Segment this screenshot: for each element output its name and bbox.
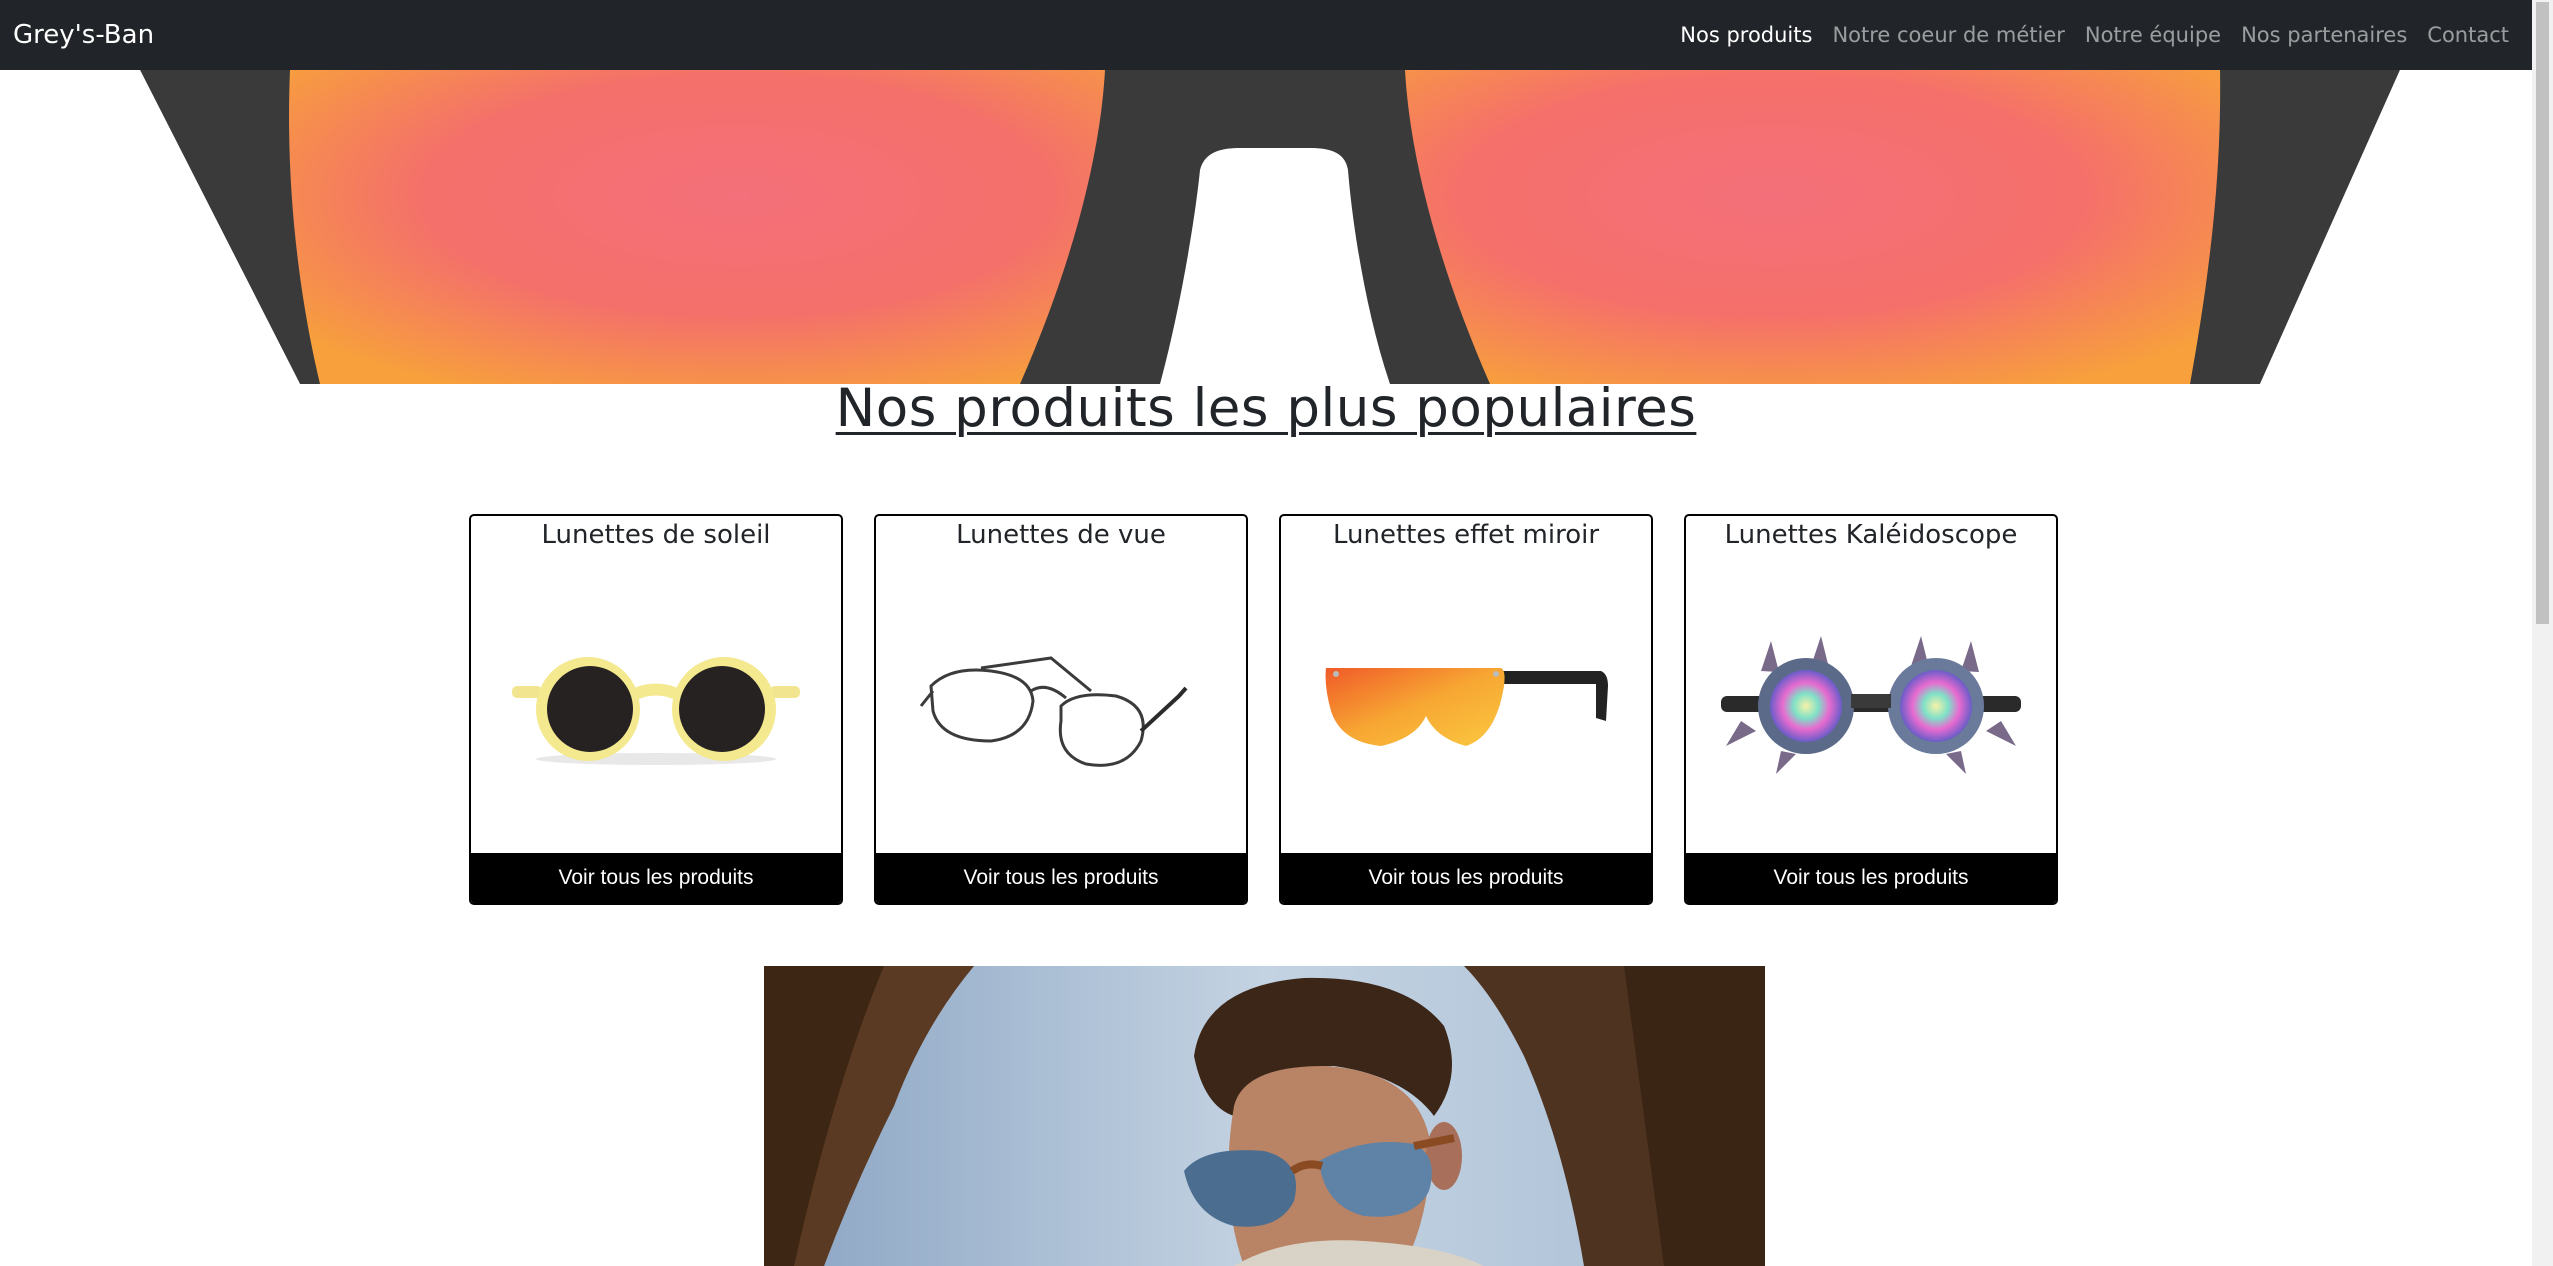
voir-produits-soleil-button[interactable]: Voir tous les produits xyxy=(471,853,841,903)
section-title: Nos produits les plus populaires xyxy=(835,378,1697,439)
voir-produits-vue-button[interactable]: Voir tous les produits xyxy=(876,853,1246,903)
card-title: Lunettes effet miroir xyxy=(1332,520,1600,550)
voir-produits-kaleidoscope-button[interactable]: Voir tous les produits xyxy=(1686,853,2056,903)
hero-banner-image xyxy=(0,70,2532,384)
model-wearing-sunglasses-image xyxy=(764,966,1765,1266)
nav-link-coeur-de-metier[interactable]: Notre coeur de métier xyxy=(1822,23,2074,47)
mirror-shield-sunglasses-icon xyxy=(1281,561,1651,851)
card-title: Lunettes de soleil xyxy=(541,520,771,550)
product-card-vue: Lunettes de vue Voir tous les produits xyxy=(874,514,1248,905)
card-title: Lunettes Kaléidoscope xyxy=(1724,520,2018,550)
brand-logo-link[interactable]: Grey's-Ban xyxy=(13,20,154,50)
page-scrollbar[interactable] xyxy=(2532,0,2553,1266)
nav-link-equipe[interactable]: Notre équipe xyxy=(2075,23,2231,47)
card-title: Lunettes de vue xyxy=(956,520,1166,550)
product-card-kaleidoscope: Lunettes Kaléidoscope Voir tous les prod… xyxy=(1684,514,2058,905)
scrollbar-thumb[interactable] xyxy=(2536,2,2549,624)
product-card-soleil: Lunettes de soleil Voir tous les produit… xyxy=(469,514,843,905)
product-card-miroir: Lunettes effet miroir Voir tous les prod… xyxy=(1279,514,1653,905)
kaleidoscope-spiked-goggles-icon xyxy=(1686,561,2056,851)
yellow-round-sunglasses-icon xyxy=(471,561,841,851)
nav-link-nos-produits[interactable]: Nos produits xyxy=(1670,23,1822,47)
top-navbar: Grey's-Ban Nos produits Notre coeur de m… xyxy=(0,0,2532,70)
wire-frame-eyeglasses-icon xyxy=(876,561,1246,851)
nav-link-partenaires[interactable]: Nos partenaires xyxy=(2231,23,2417,47)
nav-links: Nos produits Notre coeur de métier Notre… xyxy=(1670,23,2519,47)
nav-link-contact[interactable]: Contact xyxy=(2417,23,2519,47)
product-cards: Lunettes de soleil Voir tous les produit… xyxy=(469,514,2058,905)
voir-produits-miroir-button[interactable]: Voir tous les produits xyxy=(1281,853,1651,903)
